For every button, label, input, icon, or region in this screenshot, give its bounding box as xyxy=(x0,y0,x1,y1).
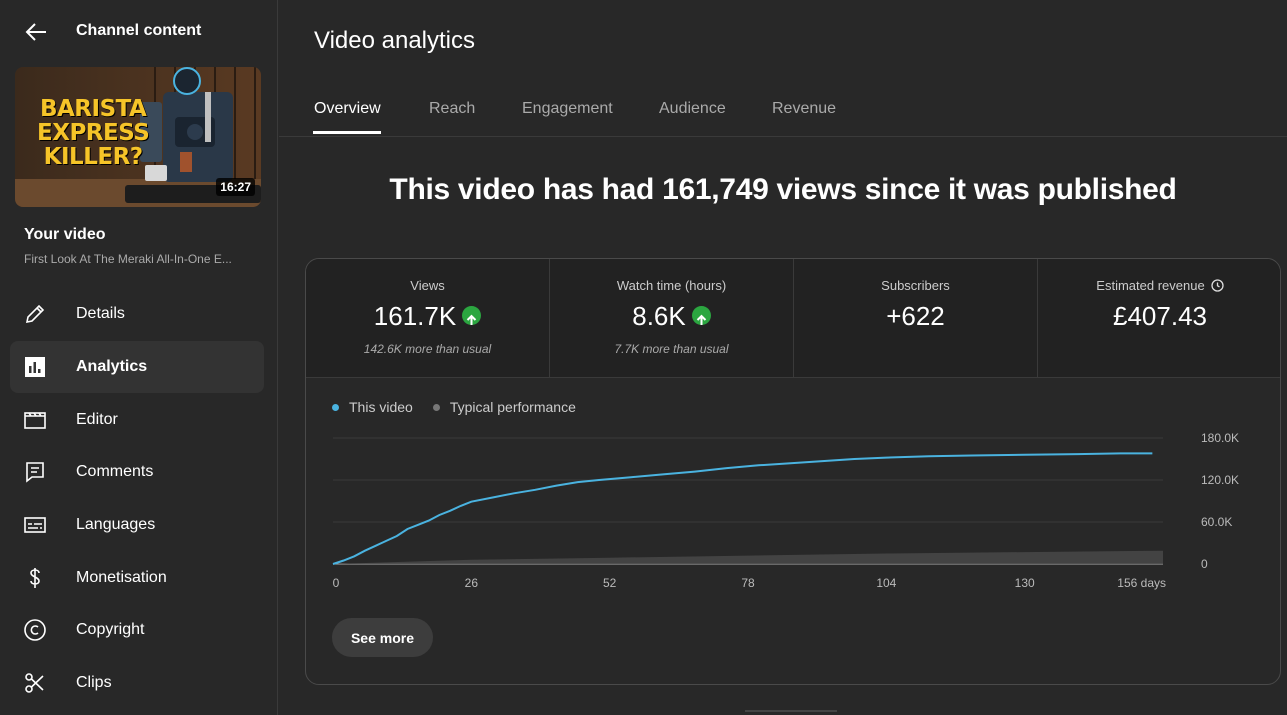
see-more-button[interactable]: See more xyxy=(332,618,433,657)
metric-label: Watch time (hours) xyxy=(616,278,727,293)
sidebar-item-monetisation[interactable]: Monetisation xyxy=(10,551,264,604)
metric-note: 7.7K more than usual xyxy=(614,342,729,356)
clock-icon[interactable] xyxy=(1211,279,1224,292)
trend-up-icon xyxy=(691,305,711,325)
video-duration-badge: 16:27 xyxy=(216,178,255,196)
sidebar-item-copyright[interactable]: Copyright xyxy=(10,604,264,657)
sidebar-item-comments[interactable]: Comments xyxy=(10,446,264,499)
sidebar-item-label: Editor xyxy=(76,410,118,428)
sidebar-item-label: Details xyxy=(76,305,125,323)
legend-this-video: This video xyxy=(332,399,413,415)
comment-icon xyxy=(22,459,48,485)
tab-engagement[interactable]: Engagement xyxy=(522,100,613,118)
views-chart[interactable]: 180.0K 120.0K 60.0K 0 0 26 52 78 104 130 156 days xyxy=(306,419,1281,599)
sidebar-item-editor[interactable]: Editor xyxy=(10,393,264,446)
analytics-icon xyxy=(22,354,48,380)
sidebar-item-analytics[interactable]: Analytics xyxy=(10,340,264,394)
scroll-indicator xyxy=(745,710,837,712)
y-tick-label: 60.0K xyxy=(1201,515,1232,529)
x-tick-label: 130 xyxy=(1015,576,1035,590)
x-tick-label: 26 xyxy=(465,576,479,590)
metric-views[interactable]: Views 161.7K 142.6K more than usual xyxy=(306,259,550,378)
metric-label: Views xyxy=(410,278,445,293)
metric-note: 142.6K more than usual xyxy=(363,342,492,356)
metric-estimated-revenue[interactable]: Estimated revenue £407.43 xyxy=(1038,259,1280,378)
metric-watch-time[interactable]: Watch time (hours) 8.6K 7.7K more than u… xyxy=(550,259,794,378)
legend-dot xyxy=(332,403,339,411)
series-typical-performance xyxy=(333,550,1163,564)
series-this-video xyxy=(332,452,1153,565)
sidebar-item-label: Analytics xyxy=(76,358,148,376)
analytics-card: Views 161.7K 142.6K more than usual Watc… xyxy=(305,258,1281,685)
sidebar-item-label: Comments xyxy=(76,463,154,481)
subtitles-icon xyxy=(22,512,48,538)
pencil-icon xyxy=(22,301,48,327)
back-arrow-icon[interactable] xyxy=(22,18,50,46)
trend-up-icon xyxy=(462,305,482,325)
tab-audience[interactable]: Audience xyxy=(659,100,726,118)
scissors-icon xyxy=(22,670,48,696)
tab-overview[interactable]: Overview xyxy=(314,100,381,118)
your-video-label: Your video xyxy=(24,226,106,243)
x-tick-label: 156 days xyxy=(1117,576,1166,590)
sidebar-item-clips[interactable]: Clips xyxy=(10,657,264,710)
sidebar-title: Channel content xyxy=(76,22,202,39)
sidebar: Channel content BARISTA EXPRESS KILLER? … xyxy=(0,0,278,715)
thumbnail-text: BARISTA EXPRESS KILLER? xyxy=(37,96,150,170)
y-tick-label: 120.0K xyxy=(1201,473,1239,487)
y-tick-label: 180.0K xyxy=(1201,431,1239,445)
views-headline: This video has had 161,749 views since i… xyxy=(389,173,1177,206)
sidebar-header: Channel content xyxy=(0,0,278,62)
legend-typical: Typical performance xyxy=(432,399,576,415)
metric-value: 8.6K xyxy=(550,301,793,332)
sidebar-item-details[interactable]: Details xyxy=(10,288,264,341)
dollar-icon xyxy=(22,565,48,591)
metric-subscribers[interactable]: Subscribers +622 xyxy=(794,259,1038,378)
metric-value: +622 xyxy=(886,301,945,331)
copyright-icon xyxy=(22,617,48,643)
metric-label: Subscribers xyxy=(881,278,950,293)
main-content: Video analytics Overview Reach Engagemen… xyxy=(279,0,1287,715)
metric-value: £407.43 xyxy=(1113,301,1207,331)
x-tick-label: 104 xyxy=(876,576,896,590)
sidebar-item-label: Copyright xyxy=(76,621,145,639)
metric-label: Estimated revenue xyxy=(1038,278,1280,293)
legend-label: Typical performance xyxy=(449,399,576,415)
sidebar-item-label: Languages xyxy=(76,516,156,534)
tab-reach[interactable]: Reach xyxy=(429,100,475,118)
x-tick-label: 52 xyxy=(603,576,617,590)
sidebar-item-label: Clips xyxy=(76,674,112,692)
legend-dot xyxy=(432,403,440,411)
x-tick-label: 78 xyxy=(741,576,755,590)
tab-revenue[interactable]: Revenue xyxy=(772,100,836,118)
page-title: Video analytics xyxy=(314,27,475,54)
x-tick-label: 0 xyxy=(333,576,340,590)
video-title[interactable]: First Look At The Meraki All-In-One E... xyxy=(24,252,260,266)
sidebar-item-languages[interactable]: Languages xyxy=(10,499,264,552)
clapperboard-icon xyxy=(22,407,48,433)
sidebar-item-label: Monetisation xyxy=(76,568,167,586)
y-tick-label: 0 xyxy=(1201,557,1208,571)
metrics-row: Views 161.7K 142.6K more than usual Watc… xyxy=(306,259,1280,378)
active-tab-indicator xyxy=(313,131,381,134)
metric-value: 161.7K xyxy=(306,301,549,332)
sidebar-nav: Details Analytics Editor Comments Langua… xyxy=(10,288,264,710)
chart-legend: This video Typical performance xyxy=(332,399,576,415)
video-thumbnail[interactable]: BARISTA EXPRESS KILLER? 16:27 xyxy=(15,67,261,207)
tab-bar: Overview Reach Engagement Audience Reven… xyxy=(279,86,1287,137)
legend-label: This video xyxy=(349,399,413,415)
